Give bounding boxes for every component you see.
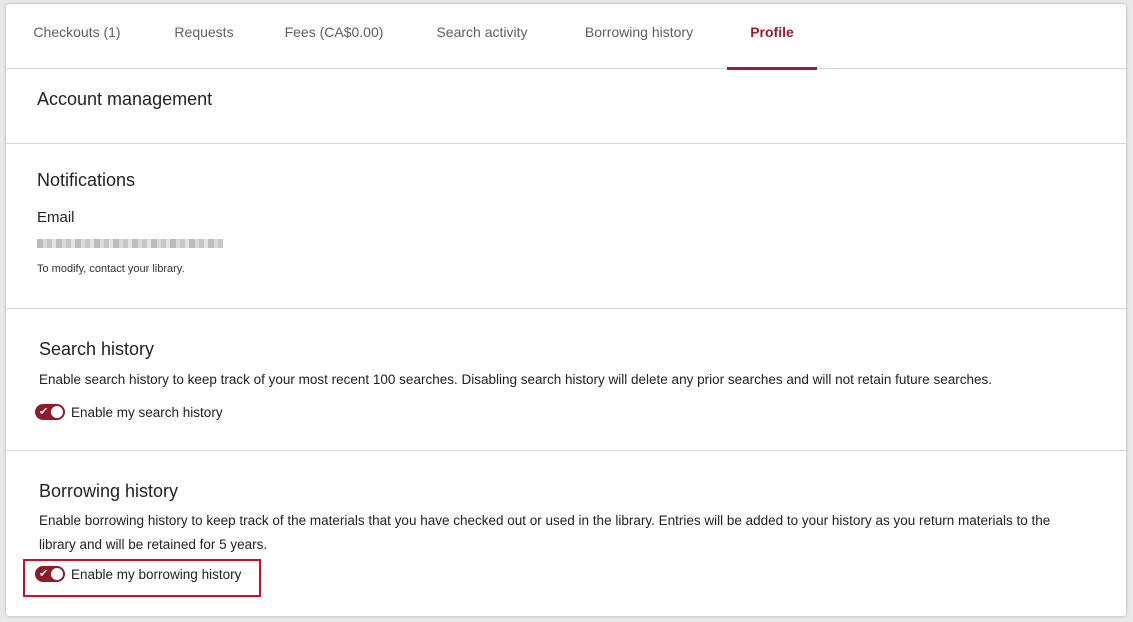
email-label: Email — [37, 209, 75, 226]
profile-panel: Checkouts (1) Requests Fees (CA$0.00) Se… — [6, 4, 1126, 616]
search-history-toggle[interactable]: ✔ — [35, 404, 65, 420]
tab-checkouts[interactable]: Checkouts (1) — [6, 4, 148, 69]
search-history-title: Search history — [39, 339, 155, 359]
notifications-section: Notifications Email To modify, contact y… — [6, 144, 1126, 309]
account-management-section: Account management — [6, 69, 1126, 144]
notifications-title: Notifications — [37, 170, 136, 190]
tab-requests[interactable]: Requests — [148, 4, 260, 69]
borrowing-history-section: Borrowing history Enable borrowing histo… — [6, 451, 1126, 616]
check-icon: ✔ — [39, 406, 49, 418]
email-modify-note: To modify, contact your library. — [37, 263, 185, 275]
tab-profile[interactable]: Profile — [727, 4, 817, 70]
email-value-redacted — [37, 239, 223, 248]
borrowing-history-title: Borrowing history — [39, 481, 179, 501]
tab-search-activity[interactable]: Search activity — [408, 4, 556, 69]
search-history-toggle-row[interactable]: ✔ Enable my search history — [35, 404, 223, 420]
toggle-knob — [51, 406, 63, 418]
search-history-description: Enable search history to keep track of y… — [39, 372, 992, 387]
account-management-title: Account management — [37, 89, 213, 109]
search-history-toggle-label: Enable my search history — [71, 404, 223, 420]
tab-fees[interactable]: Fees (CA$0.00) — [260, 4, 408, 69]
search-history-section: Search history Enable search history to … — [6, 309, 1126, 451]
borrowing-history-description: Enable borrowing history to keep track o… — [39, 513, 1051, 552]
highlight-annotation-box — [23, 559, 261, 597]
tab-bar: Checkouts (1) Requests Fees (CA$0.00) Se… — [6, 4, 1126, 70]
tab-borrowing-history[interactable]: Borrowing history — [556, 4, 722, 69]
